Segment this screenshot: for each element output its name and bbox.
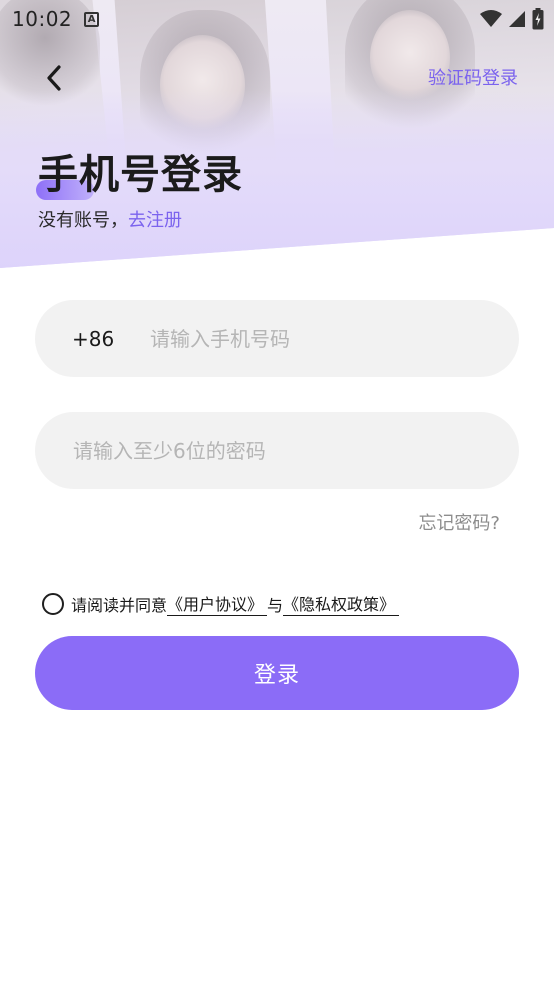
agreement-checkbox[interactable] [42,592,64,615]
agreement-prefix: 请阅读并同意 [71,595,168,615]
phone-input-container: +86 [35,300,519,377]
country-code-selector[interactable]: +86 [72,327,148,351]
wifi-icon [480,10,502,27]
register-prompt: 没有账号，去注册 [38,206,182,232]
sms-code-login-link[interactable]: 验证码登录 [428,64,518,90]
status-icons [480,8,544,30]
page-title: 手机号登录 [38,152,243,198]
status-bar: 10:02 A [0,0,554,38]
privacy-policy-link[interactable]: 《隐私权政策》 [283,591,400,616]
register-link[interactable]: 去注册 [128,210,182,231]
agreement-row: 请阅读并同意 《用户协议》 与 《隐私权政策》 [42,591,400,616]
status-time: 10:02 [12,7,73,31]
password-input[interactable] [73,430,519,471]
login-button[interactable]: 登录 [35,636,519,710]
forgot-password-link[interactable]: 忘记密码? [418,509,500,535]
user-agreement-link[interactable]: 《用户协议》 [167,591,268,616]
register-prompt-text: 没有账号， [38,210,128,231]
a-notification-icon: A [84,11,100,27]
page-title-group: 手机号登录 [36,142,243,200]
signal-icon [509,11,525,27]
login-screen: 10:02 A 验证码登录 手机号登录 没有账号，去注册 +86 请输入手机号码… [0,0,554,984]
chevron-left-icon [47,65,61,91]
back-button[interactable] [34,58,74,98]
phone-input[interactable] [150,318,519,359]
agreement-conjunction: 与 [267,595,284,615]
password-input-container [35,412,519,489]
battery-icon [532,8,544,30]
